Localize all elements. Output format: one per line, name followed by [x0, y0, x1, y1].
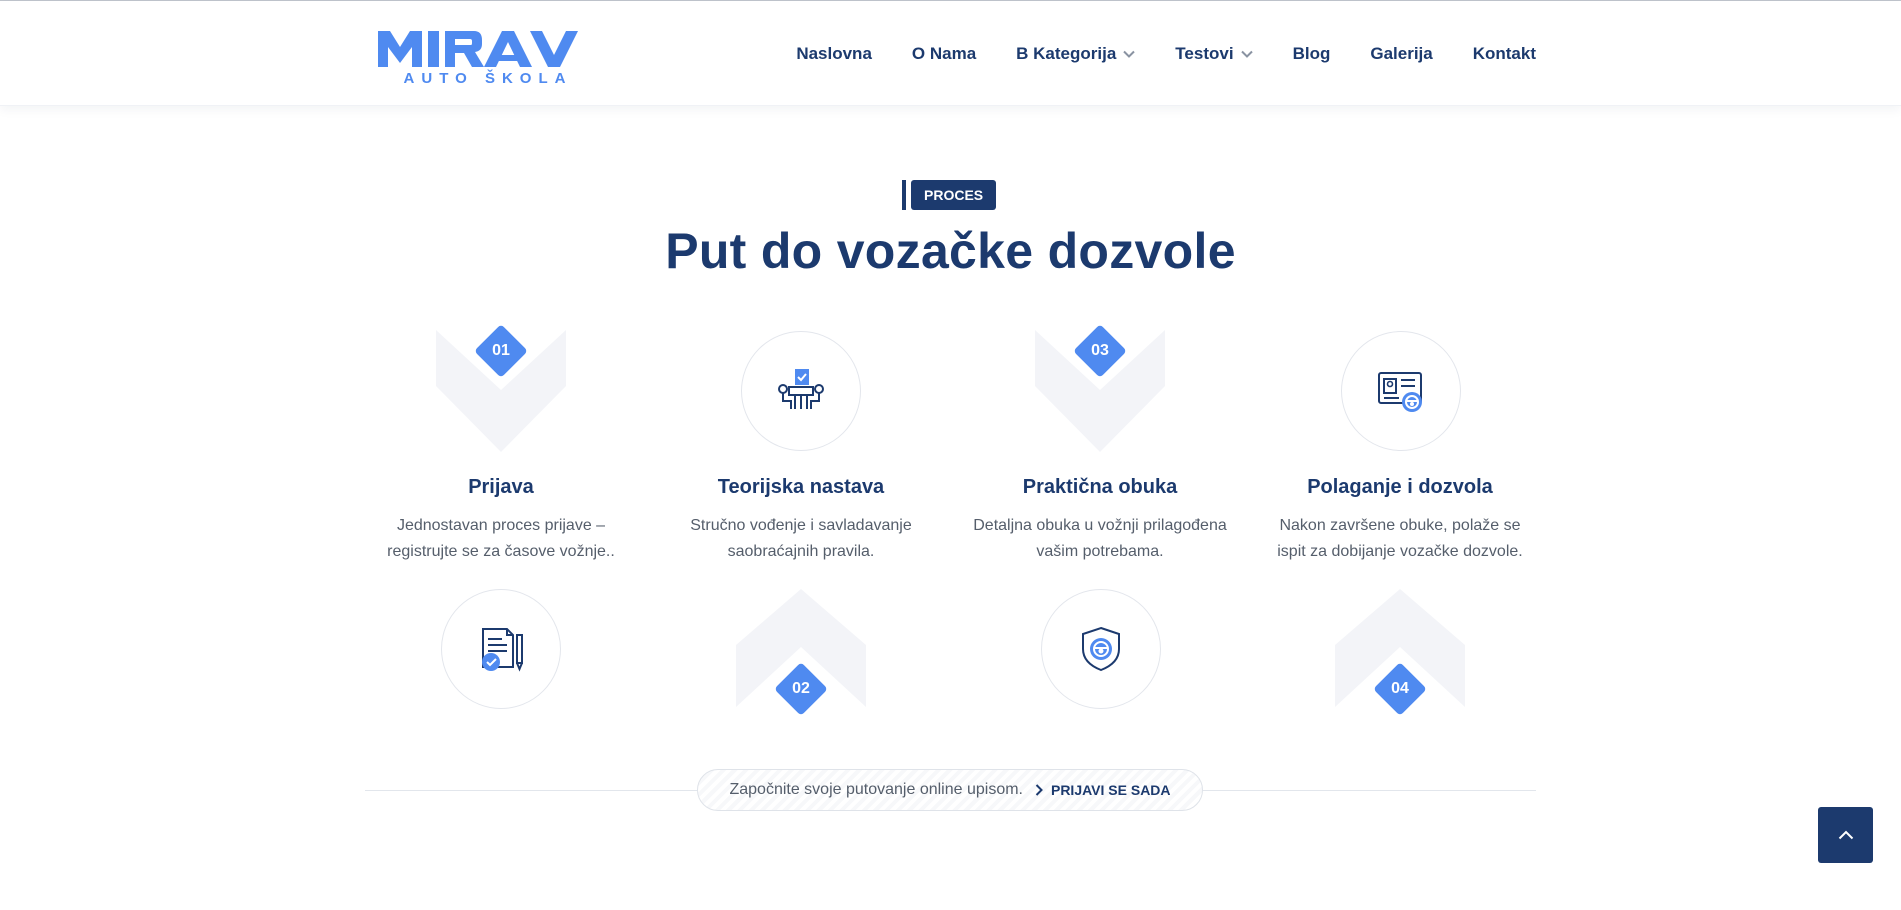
nav-item-testovi[interactable]: Testovi	[1175, 44, 1253, 64]
step-number: 03	[1091, 342, 1109, 359]
step-description: Nakon završene obuke, polaže se ispit za…	[1265, 513, 1535, 565]
step-icon-circle	[1341, 331, 1461, 451]
step-description: Stručno vođenje i savladavanje saobraćaj…	[666, 513, 936, 565]
chevron-down-icon	[1123, 50, 1136, 58]
nav-label: Galerija	[1370, 44, 1433, 63]
nav-label: O Nama	[911, 44, 977, 63]
step-description: Detaljna obuka u vožnji prilagođena vaši…	[965, 513, 1235, 565]
step-teorijska-nastava: Teorijska nastava Stručno vođenje i savl…	[666, 476, 936, 565]
step-description-line: vašim potrebama.	[1036, 543, 1164, 560]
nav-item-naslovna[interactable]: Naslovna	[796, 44, 872, 64]
site-header: AUTO ŠKOLA Naslovna O Nama B Kategorija …	[0, 1, 1901, 106]
license-card-icon	[1378, 372, 1422, 412]
nav-item-blog[interactable]: Blog	[1293, 44, 1331, 64]
cta-text: Započnite svoje putovanje online upisom.	[729, 781, 1023, 798]
step-number: 02	[792, 680, 810, 697]
cta-banner: Započnite svoje putovanje online upisom.…	[697, 769, 1203, 811]
nav-item-o-nama[interactable]: O Nama	[912, 44, 976, 64]
step-number: 01	[492, 342, 510, 359]
classroom-icon	[778, 369, 824, 409]
step-description-line: ispit za dobijanje vozačke dozvole.	[1277, 543, 1523, 560]
logo-wordmark	[378, 31, 578, 67]
step-icon-circle	[741, 331, 861, 451]
nav-item-galerija[interactable]: Galerija	[1370, 44, 1432, 64]
step-number: 04	[1391, 680, 1409, 697]
step-icon-circle	[441, 589, 561, 709]
nav-item-kontakt[interactable]: Kontakt	[1473, 44, 1536, 64]
step-title: Teorijska nastava	[717, 476, 885, 498]
step-description-line: Detaljna obuka u vožnji prilagođena	[973, 517, 1227, 534]
document-check-icon	[482, 628, 523, 672]
nav-label: Blog	[1292, 44, 1331, 63]
chevron-up-icon	[1838, 830, 1853, 840]
tag-accent-bar	[902, 180, 906, 210]
step-description-line: saobraćajnih pravila.	[727, 543, 875, 560]
step-description-line: registrujte se za časove vožnje..	[387, 543, 615, 560]
chevron-down-icon	[1240, 50, 1253, 58]
signup-link-label: PRIJAVI SE SADA	[1050, 782, 1171, 798]
nav-item-b-kategorija[interactable]: B Kategorija	[1016, 44, 1136, 64]
scroll-to-top-button[interactable]	[1818, 807, 1873, 863]
nav-label: Kontakt	[1472, 44, 1536, 63]
section-tag: PROCES	[902, 180, 997, 210]
step-polaganje-i-dozvola: Polaganje i dozvola Nakon završene obuke…	[1265, 476, 1535, 565]
step-description-line: Nakon završene obuke, polaže se	[1279, 517, 1521, 534]
steering-shield-icon	[1082, 626, 1120, 672]
section-title: Put do vozačke dozvole	[665, 223, 1236, 279]
nav-label: B Kategorija	[1016, 44, 1117, 63]
signup-link[interactable]: PRIJAVI SE SADA	[1035, 782, 1171, 798]
main-nav: Naslovna O Nama B Kategorija Testovi Blo…	[756, 44, 1536, 64]
step-title: Polaganje i dozvola	[1307, 476, 1493, 498]
step-prakticna-obuka: Praktična obuka Detaljna obuka u vožnji …	[965, 476, 1235, 565]
nav-label: Naslovna	[796, 44, 872, 63]
logo[interactable]: AUTO ŠKOLA	[376, 23, 594, 87]
step-description-line: Stručno vođenje i savladavanje	[690, 517, 912, 534]
chevron-right-icon	[1035, 784, 1043, 796]
step-prijava: Prijava Jednostavan proces prijave – reg…	[366, 476, 636, 565]
step-description: Jednostavan proces prijave – registrujte…	[366, 513, 636, 565]
step-title: Praktična obuka	[1022, 476, 1178, 498]
step-icon-circle	[1041, 589, 1161, 709]
step-title: Prijava	[468, 476, 534, 498]
nav-label: Testovi	[1175, 44, 1234, 63]
tag-label: PROCES	[911, 180, 997, 210]
step-description-line: Jednostavan proces prijave –	[396, 517, 606, 534]
logo-subtitle: AUTO ŠKOLA	[403, 70, 573, 87]
